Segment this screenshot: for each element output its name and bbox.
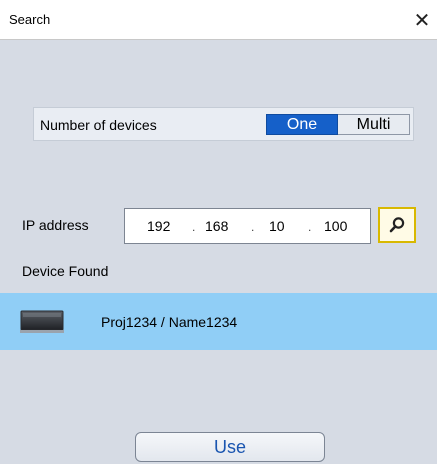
search-dialog: Search ✕ Number of devices One Multi IP …	[0, 0, 437, 464]
list-item[interactable]: Proj1234 / Name1234	[0, 293, 437, 350]
ip-octet-3[interactable]: 10	[269, 218, 285, 234]
ip-separator: .	[251, 220, 255, 234]
number-of-devices-label: Number of devices	[40, 117, 157, 133]
device-mode-multi-button[interactable]: Multi	[338, 114, 410, 135]
ip-octet-2[interactable]: 168	[205, 218, 228, 234]
ip-octet-4[interactable]: 100	[324, 218, 347, 234]
number-of-devices-panel: Number of devices One Multi	[33, 107, 414, 141]
ip-octet-1[interactable]: 192	[147, 218, 170, 234]
title-bar: Search ✕	[0, 0, 437, 40]
close-icon: ✕	[413, 8, 431, 32]
device-list: Proj1234 / Name1234	[0, 293, 437, 429]
search-icon	[389, 217, 405, 233]
ip-address-label: IP address	[22, 217, 89, 233]
search-button[interactable]	[378, 207, 416, 243]
ip-separator: .	[308, 220, 312, 234]
close-button[interactable]: ✕	[407, 0, 437, 40]
monitor-icon	[20, 310, 64, 333]
device-mode-one-button[interactable]: One	[266, 114, 338, 135]
ip-separator: .	[192, 220, 196, 234]
ip-address-field[interactable]: 192 . 168 . 10 . 100	[124, 208, 371, 244]
window-title: Search	[9, 12, 51, 27]
use-button[interactable]: Use	[135, 432, 325, 462]
device-name: Proj1234 / Name1234	[101, 314, 238, 330]
device-found-label: Device Found	[22, 263, 109, 279]
